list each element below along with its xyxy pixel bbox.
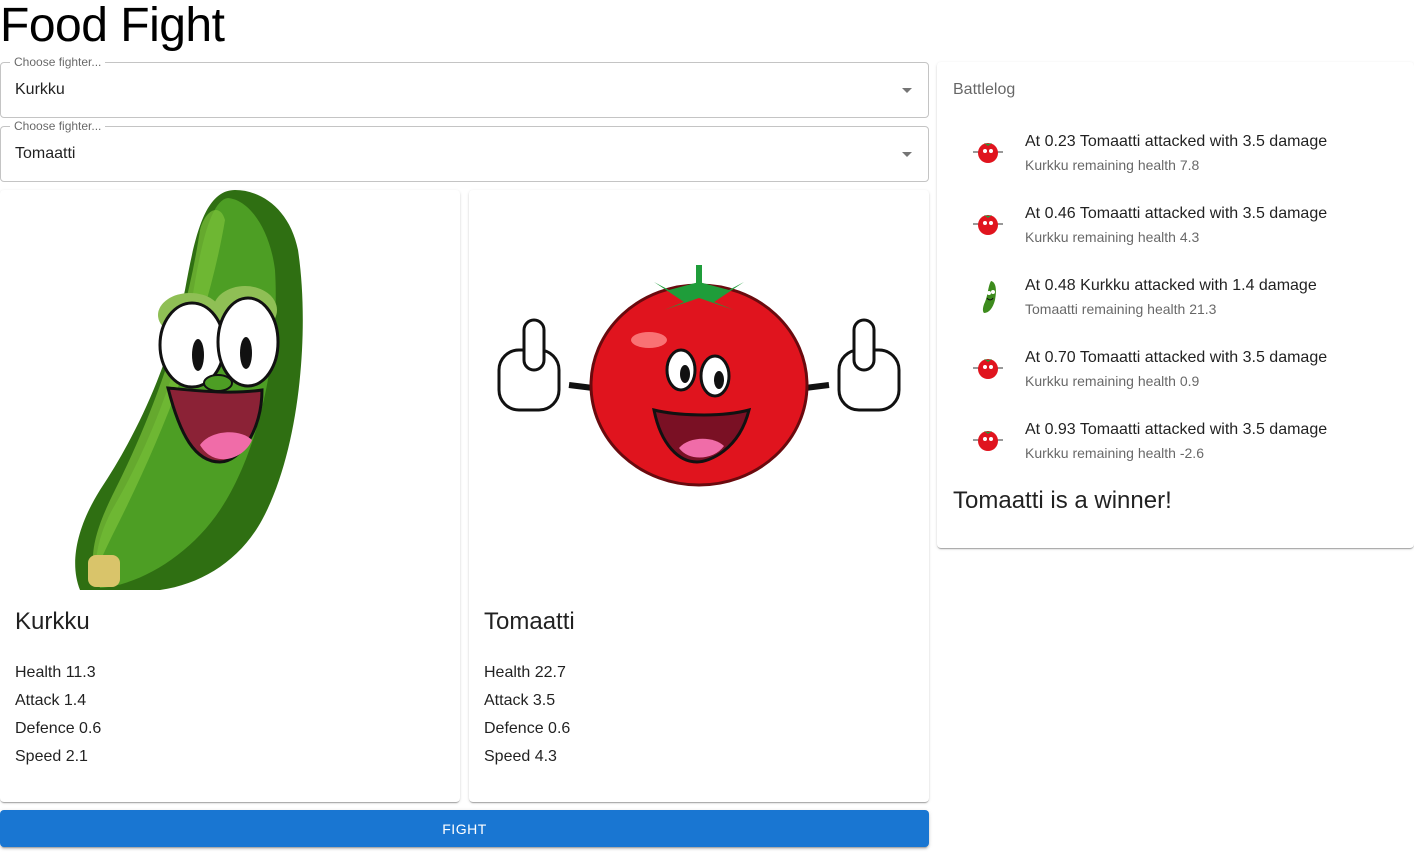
log-secondary: Kurkku remaining health 7.8 xyxy=(1025,157,1200,173)
stat-attack: Attack 3.5 xyxy=(484,692,556,709)
fighter-select-1[interactable]: Choose fighter... Kurkku xyxy=(0,55,929,118)
fight-button[interactable]: FIGHT xyxy=(0,810,929,847)
fighter-select-label: Choose fighter... xyxy=(10,55,106,69)
battlelog-list: At 0.23 Tomaatti attacked with 3.5 damag… xyxy=(937,120,1414,480)
stat-speed: Speed 2.1 xyxy=(15,748,88,765)
log-secondary: Kurkku remaining health 0.9 xyxy=(1025,373,1200,389)
fighter-cards: Kurkku Health 11.3 Attack 1.4 Defence 0.… xyxy=(0,190,929,802)
list-item: At 0.93 Tomaatti attacked with 3.5 damag… xyxy=(937,408,1414,480)
fighter-name: Tomaatti xyxy=(484,608,575,635)
log-secondary: Tomaatti remaining health 21.3 xyxy=(1025,301,1217,317)
fighter-select-value: Tomaatti xyxy=(15,145,76,162)
list-item: At 0.46 Tomaatti attacked with 3.5 damag… xyxy=(937,192,1414,264)
log-secondary: Kurkku remaining health 4.3 xyxy=(1025,229,1200,245)
tomato-icon xyxy=(973,359,1003,379)
stat-defence: Defence 0.6 xyxy=(484,720,571,737)
list-item: At 0.23 Tomaatti attacked with 3.5 damag… xyxy=(937,120,1414,192)
fighter-card-tomaatti: Tomaatti Health 22.7 Attack 3.5 Defence … xyxy=(469,190,929,802)
log-primary: At 0.48 Kurkku attacked with 1.4 damage xyxy=(1025,277,1317,294)
stat-speed: Speed 4.3 xyxy=(484,748,557,765)
log-primary: At 0.93 Tomaatti attacked with 3.5 damag… xyxy=(1025,421,1328,438)
log-secondary: Kurkku remaining health -2.6 xyxy=(1025,445,1204,461)
tomato-icon xyxy=(973,215,1003,235)
fighter-select-2[interactable]: Choose fighter... Tomaatti xyxy=(0,119,929,182)
fighter-stats: Health 11.3 Attack 1.4 Defence 0.6 Speed… xyxy=(15,659,101,771)
chevron-down-icon xyxy=(902,152,912,157)
stat-health: Health 22.7 xyxy=(484,664,566,681)
log-primary: At 0.46 Tomaatti attacked with 3.5 damag… xyxy=(1025,205,1328,222)
stat-health: Health 11.3 xyxy=(15,664,96,681)
fighter-select-label: Choose fighter... xyxy=(10,119,106,133)
list-item: At 0.70 Tomaatti attacked with 3.5 damag… xyxy=(937,336,1414,408)
tomato-icon xyxy=(973,143,1003,163)
battlelog-panel: Battlelog At 0.23 Tomaatti attacked with… xyxy=(937,62,1414,548)
page-title: Food Fight xyxy=(0,0,225,52)
stat-defence: Defence 0.6 xyxy=(15,720,102,737)
chevron-down-icon xyxy=(902,88,912,93)
cucumber-icon xyxy=(982,281,996,313)
tomato-character-image xyxy=(469,190,929,590)
battlelog-title: Battlelog xyxy=(953,81,1016,98)
fighter-name: Kurkku xyxy=(15,608,90,635)
list-item: At 0.48 Kurkku attacked with 1.4 damage … xyxy=(937,264,1414,336)
fighter-select-value: Kurkku xyxy=(15,81,65,98)
tomato-icon xyxy=(973,431,1003,451)
log-primary: At 0.23 Tomaatti attacked with 3.5 damag… xyxy=(1025,133,1328,150)
fighter-stats: Health 22.7 Attack 3.5 Defence 0.6 Speed… xyxy=(484,659,570,771)
stat-attack: Attack 1.4 xyxy=(15,692,87,709)
winner-text: Tomaatti is a winner! xyxy=(953,487,1172,514)
main-column: Choose fighter... Kurkku Choose fighter.… xyxy=(0,55,929,802)
log-primary: At 0.70 Tomaatti attacked with 3.5 damag… xyxy=(1025,349,1328,366)
cucumber-character-image xyxy=(0,190,460,592)
fighter-card-kurkku: Kurkku Health 11.3 Attack 1.4 Defence 0.… xyxy=(0,190,460,802)
